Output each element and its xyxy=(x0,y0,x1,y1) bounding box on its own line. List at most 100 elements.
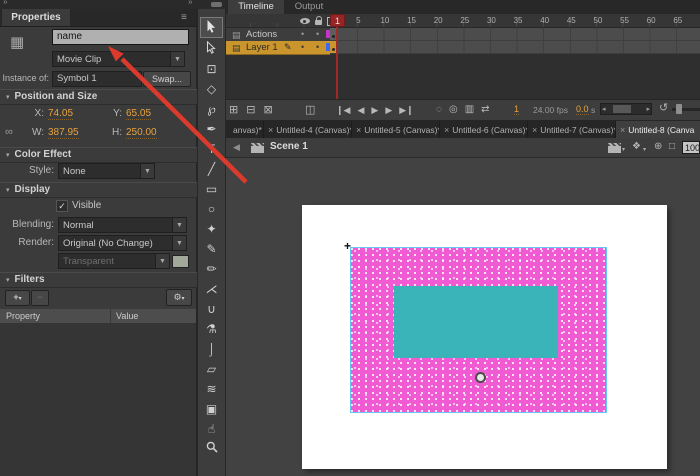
instance-name-input[interactable]: name xyxy=(52,29,189,45)
section-header-filters[interactable]: ▾Filters xyxy=(0,272,197,288)
zoom-slider-knob[interactable] xyxy=(676,104,682,114)
blending-dropdown[interactable]: Normal ▼ xyxy=(58,217,187,233)
playhead-line[interactable] xyxy=(336,27,338,99)
delete-layer-button[interactable]: ⊠ xyxy=(263,102,272,118)
hand-tool[interactable]: ☝ xyxy=(201,419,222,438)
new-layer-button[interactable]: ⊞ xyxy=(229,102,238,118)
timeline-zoom-slider[interactable] xyxy=(672,108,700,111)
doc-tab-untitled-4[interactable]: × Untitled-4 (Canvas)* xyxy=(264,121,352,138)
scroll-left-icon[interactable]: ◂ xyxy=(602,105,606,113)
link-width-height-icon[interactable]: ∞ xyxy=(5,126,13,138)
go-to-first-frame-button[interactable]: ❙◀ xyxy=(336,102,350,118)
gradient-transform-tool[interactable]: ◇ xyxy=(201,79,222,98)
inner-rectangle-shape[interactable] xyxy=(394,286,558,358)
layer-visible-dot[interactable]: • xyxy=(301,41,304,54)
eraser-tool[interactable]: ▱ xyxy=(201,359,222,378)
section-header-position-size[interactable]: ▾Position and Size xyxy=(0,89,197,105)
eyedropper-tool[interactable]: ⌡ xyxy=(201,339,222,358)
layer-lock-dot[interactable]: • xyxy=(316,28,319,41)
x-value[interactable]: 74.05 xyxy=(48,108,73,120)
bone-tool[interactable]: ⋌ xyxy=(201,279,222,298)
section-header-display[interactable]: ▾Display xyxy=(0,182,197,198)
tab-properties[interactable]: Properties xyxy=(2,9,70,26)
elapsed-time-value[interactable]: 0.0 xyxy=(576,104,589,115)
timeline-scrollbar[interactable]: ◂ ▸ xyxy=(600,103,652,115)
selection-tool[interactable] xyxy=(200,17,223,38)
y-value[interactable]: 65.05 xyxy=(126,108,151,120)
layer-visible-dot[interactable]: • xyxy=(301,28,304,41)
transparent-color-swatch[interactable] xyxy=(172,255,189,268)
close-tab-icon[interactable]: × xyxy=(444,125,449,135)
show-hide-all-layers-icon[interactable] xyxy=(300,18,310,24)
center-frame-button[interactable]: ◫ xyxy=(305,102,315,118)
pencil-tool[interactable]: ✎ xyxy=(201,239,222,258)
free-transform-tool[interactable]: ⊡ xyxy=(201,59,222,78)
onion-skin-button[interactable]: ◌ xyxy=(436,102,442,118)
layer-lock-dot[interactable]: • xyxy=(316,41,319,54)
style-dropdown[interactable]: None ▼ xyxy=(58,163,155,179)
toolbar-grip[interactable] xyxy=(211,2,222,7)
paint-bucket-tool[interactable]: ∪ xyxy=(201,299,222,318)
onion-skin-outlines-button[interactable]: ◎ xyxy=(449,102,458,118)
scroll-right-icon[interactable]: ▸ xyxy=(646,105,650,113)
edit-symbols-icon[interactable]: ❖ xyxy=(632,141,641,152)
layer-row-actions[interactable]: ▤ Actions • • xyxy=(226,28,330,42)
doc-tab-untitled-8[interactable]: × Untitled-8 (Canva xyxy=(616,121,700,138)
width-tool[interactable]: ≋ xyxy=(201,379,222,398)
lock-all-layers-icon[interactable] xyxy=(315,20,322,25)
back-arrow-icon[interactable]: ◀ xyxy=(233,142,240,153)
zoom-tool[interactable] xyxy=(201,439,222,458)
scrollbar-thumb[interactable] xyxy=(613,105,631,113)
text-tool[interactable]: T xyxy=(201,139,222,158)
collapse-panel-icon[interactable]: « xyxy=(188,0,192,7)
rectangle-tool[interactable]: ▭ xyxy=(201,179,222,198)
current-frame-value[interactable]: 1 xyxy=(514,104,519,115)
layer-name[interactable]: Actions xyxy=(246,28,277,41)
doc-tab-untitled-5[interactable]: × Untitled-5 (Canvas)* xyxy=(352,121,440,138)
edit-multiple-frames-button[interactable]: ▥ xyxy=(465,102,474,118)
transformation-point[interactable] xyxy=(475,372,486,383)
pasteboard[interactable]: + xyxy=(226,158,700,476)
w-value[interactable]: 387.95 xyxy=(48,127,79,139)
new-folder-button[interactable]: ⊟ xyxy=(246,102,255,118)
reset-timeline-zoom-icon[interactable]: ↺ xyxy=(659,101,668,114)
doc-tab-untitled-6[interactable]: × Untitled-6 (Canvas)* xyxy=(440,121,528,138)
doc-tab-partial[interactable]: anvas)* xyxy=(226,121,264,138)
step-forward-button[interactable]: ▶ xyxy=(385,102,392,118)
panel-menu-icon[interactable]: ≡ xyxy=(181,12,187,23)
pen-tool[interactable]: ✒ xyxy=(201,119,222,138)
go-to-last-frame-button[interactable]: ▶❙ xyxy=(399,102,413,118)
scene-name[interactable]: Scene 1 xyxy=(270,141,308,152)
doc-tab-untitled-7[interactable]: × Untitled-7 (Canvas)* xyxy=(528,121,616,138)
play-button[interactable]: ▶ xyxy=(371,102,378,118)
frame-rate-value[interactable]: 24.00 fps xyxy=(533,105,568,115)
brush-tool[interactable]: ✏ xyxy=(201,259,222,278)
close-tab-icon[interactable]: × xyxy=(532,125,537,135)
step-back-button[interactable]: ◀ xyxy=(357,102,364,118)
symbol-type-dropdown[interactable]: Movie Clip ▼ xyxy=(52,51,185,67)
edit-scene-icon[interactable] xyxy=(608,143,621,153)
layer-name[interactable]: Layer 1 xyxy=(246,41,278,54)
ink-bottle-tool[interactable]: ⚗ xyxy=(201,319,222,338)
tab-output[interactable]: Output xyxy=(286,0,332,14)
modify-markers-button[interactable]: ⇄ xyxy=(481,102,489,118)
remove-filter-button[interactable]: − xyxy=(31,290,49,306)
line-tool[interactable]: ╱ xyxy=(201,159,222,178)
center-stage-icon[interactable]: ⊕ xyxy=(654,141,662,152)
tab-timeline[interactable]: Timeline xyxy=(228,0,284,14)
subselection-tool[interactable] xyxy=(201,39,222,58)
section-header-color-effect[interactable]: ▾Color Effect xyxy=(0,147,197,163)
playhead-marker[interactable]: 1 xyxy=(330,14,345,27)
stage[interactable]: + xyxy=(302,205,667,469)
transparent-dropdown[interactable]: Transparent ▼ xyxy=(58,253,170,269)
camera-tool[interactable]: ▣ xyxy=(201,399,222,418)
lasso-tool[interactable]: ℘ xyxy=(201,99,222,118)
swap-button[interactable]: Swap... xyxy=(143,71,191,87)
layer-frames-actions[interactable] xyxy=(330,28,700,41)
oval-tool[interactable]: ○ xyxy=(201,199,222,218)
h-value[interactable]: 250.00 xyxy=(126,127,157,139)
add-filter-button[interactable]: +▾ xyxy=(5,290,30,306)
visible-checkbox[interactable]: ✓ xyxy=(56,200,68,212)
collapse-panel-icon[interactable]: « xyxy=(3,0,7,7)
render-dropdown[interactable]: Original (No Change) ▼ xyxy=(58,235,187,251)
